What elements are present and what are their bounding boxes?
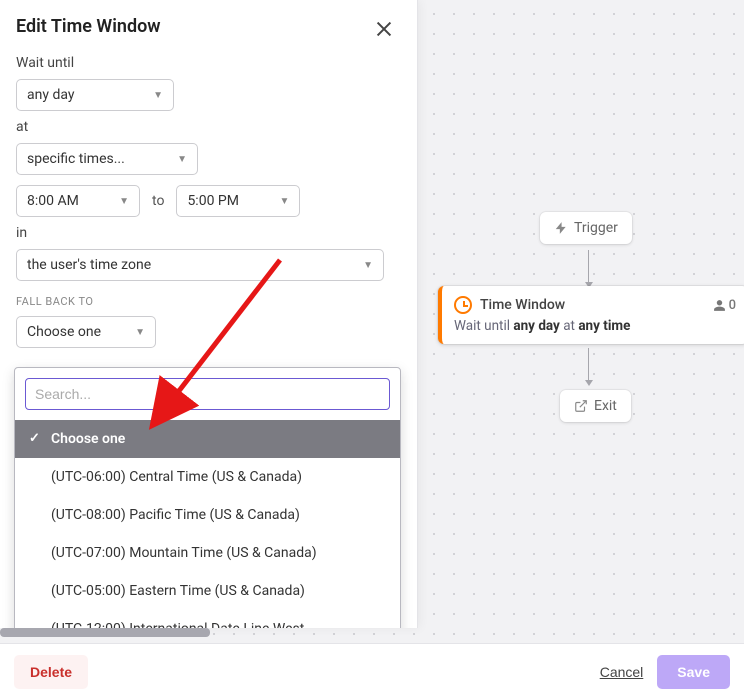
time-mode-select[interactable]: specific times... ▼ (16, 143, 198, 175)
chevron-down-icon: ▼ (119, 196, 129, 207)
bolt-icon (554, 221, 568, 235)
card-subtitle: Wait until any day at any time (454, 318, 736, 334)
external-link-icon (574, 399, 588, 413)
end-time-select[interactable]: 5:00 PM ▼ (176, 185, 300, 217)
close-button[interactable] (373, 18, 395, 40)
chevron-down-icon: ▼ (177, 154, 187, 165)
cancel-button[interactable]: Cancel (600, 664, 644, 680)
to-label: to (152, 193, 164, 209)
panel-title: Edit Time Window (16, 16, 401, 37)
card-title: Time Window (480, 297, 565, 313)
trigger-label: Trigger (574, 220, 618, 236)
fallback-dropdown: Choose one(UTC-06:00) Central Time (US &… (14, 367, 401, 628)
time-window-card[interactable]: Time Window 0 Wait until any day at any … (438, 286, 744, 344)
user-count: 0 (713, 298, 736, 313)
dropdown-list: Choose one(UTC-06:00) Central Time (US &… (15, 420, 400, 628)
dropdown-option[interactable]: (UTC-06:00) Central Time (US & Canada) (15, 458, 400, 496)
edit-panel: Edit Time Window Wait until any day ▼ at… (0, 0, 418, 628)
chevron-down-icon: ▼ (363, 260, 373, 271)
in-label: in (16, 225, 401, 241)
day-select[interactable]: any day ▼ (16, 79, 174, 111)
footer: Delete Cancel Save (0, 643, 744, 699)
dropdown-option[interactable]: (UTC-05:00) Eastern Time (US & Canada) (15, 572, 400, 610)
fallback-label: FALL BACK TO (16, 295, 401, 308)
chevron-down-icon: ▼ (153, 90, 163, 101)
chevron-down-icon: ▼ (135, 327, 145, 338)
person-icon (713, 299, 726, 312)
trigger-node[interactable]: Trigger (540, 212, 632, 244)
delete-button[interactable]: Delete (14, 655, 88, 689)
save-button[interactable]: Save (657, 655, 730, 689)
dropdown-option[interactable]: (UTC-12:00) International Date Line West (15, 610, 400, 628)
exit-node[interactable]: Exit (560, 390, 631, 422)
timezone-select[interactable]: the user's time zone ▼ (16, 249, 384, 281)
dropdown-search-input[interactable] (25, 378, 390, 410)
clock-icon (454, 296, 472, 314)
start-time-select[interactable]: 8:00 AM ▼ (16, 185, 140, 217)
at-label: at (16, 119, 401, 135)
dropdown-option[interactable]: (UTC-08:00) Pacific Time (US & Canada) (15, 496, 400, 534)
exit-label: Exit (594, 398, 617, 414)
chevron-down-icon: ▼ (280, 196, 290, 207)
dropdown-option[interactable]: (UTC-07:00) Mountain Time (US & Canada) (15, 534, 400, 572)
wait-until-label: Wait until (16, 55, 401, 71)
fallback-select[interactable]: Choose one ▼ (16, 316, 156, 348)
horizontal-scrollbar[interactable] (0, 628, 210, 637)
dropdown-option[interactable]: Choose one (15, 420, 400, 458)
close-icon (373, 18, 395, 40)
